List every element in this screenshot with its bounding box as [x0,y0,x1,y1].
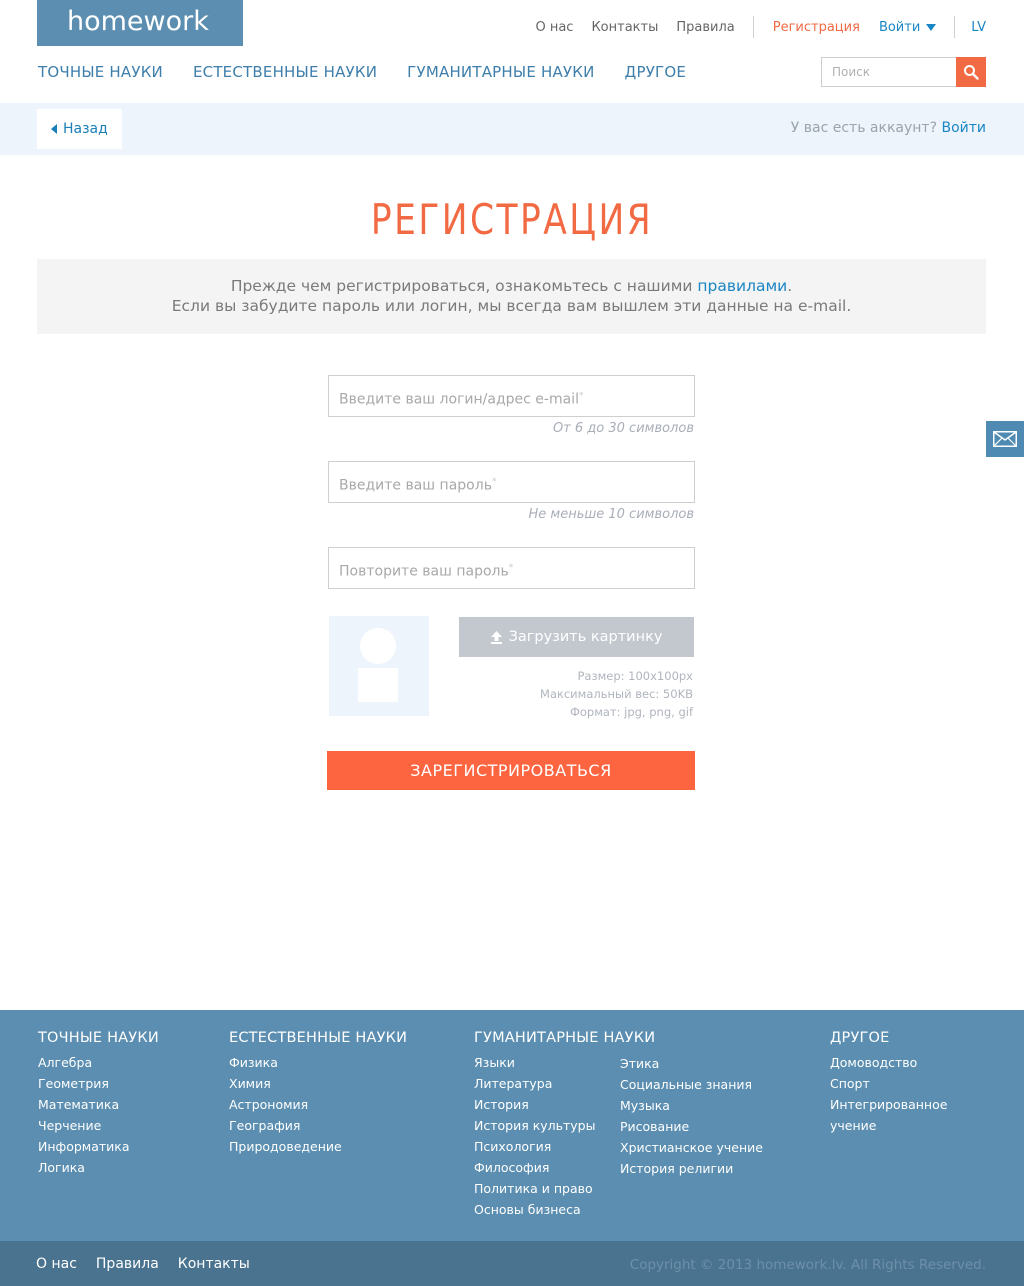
repeat-placeholder: Повторите ваш пароль [339,563,509,580]
search-input[interactable] [821,57,956,87]
footer-col-exact: ТОЧНЫЕ НАУКИ Алгебра Геометрия Математик… [38,1030,159,1178]
site-logo[interactable]: homework [37,0,243,46]
nav-other[interactable]: ДРУГОЕ [625,63,687,81]
notice-text: Прежде чем регистрироваться, ознакомьтес… [230,277,698,295]
nav-natural-sciences[interactable]: ЕСТЕСТВЕННЫЕ НАУКИ [193,63,377,81]
footer-link[interactable]: Черчение [38,1115,159,1136]
footer-link-rules[interactable]: Правила [96,1256,159,1272]
notice-line-2: Если вы забудите пароль или логин, мы вс… [171,297,852,315]
footer: ТОЧНЫЕ НАУКИ Алгебра Геометрия Математик… [0,1010,1024,1241]
back-arrow-icon [51,124,57,134]
password-hint: Не меньше 10 символов [528,507,694,522]
avatar-head [360,628,396,664]
footer-link[interactable]: Интегрированное [830,1094,947,1115]
top-link-rules[interactable]: Правила [676,20,734,35]
spec-format: Формат: jpg, png, gif [569,705,693,719]
avatar-body [358,668,398,702]
password-placeholder: Введите ваш пароль [339,477,492,494]
nav-exact-sciences[interactable]: ТОЧНЫЕ НАУКИ [38,63,163,81]
avatar-placeholder [329,616,429,716]
upload-label: Загрузить картинку [508,629,663,645]
dropdown-arrow-icon [926,23,937,31]
footer-link[interactable]: Домоводство [830,1052,947,1073]
upload-image-button[interactable]: Загрузить картинку [459,617,694,657]
footer-link[interactable]: Астрономия [229,1094,407,1115]
footer-link[interactable]: Спорт [830,1073,947,1094]
footer-link[interactable]: учение [830,1115,947,1136]
footer-heading[interactable]: ЕСТЕСТВЕННЫЕ НАУКИ [229,1030,407,1046]
footer-link[interactable]: Основы бизнеса [474,1199,655,1220]
top-link-contacts[interactable]: Контакты [591,20,658,35]
footer-col-other: ДРУГОЕ Домоводство Спорт Интегрированное… [830,1030,947,1136]
footer-bottom-links: О нас Правила Контакты [36,1256,269,1272]
register-submit-button[interactable]: ЗАРЕГИСТРИРОВАТЬСЯ [327,751,695,790]
footer-link[interactable]: История религии [620,1158,763,1179]
feedback-mail-button[interactable] [986,421,1024,457]
upload-icon [490,630,502,644]
nav-humanities[interactable]: ГУМАНИТАРНЫЕ НАУКИ [407,63,594,81]
spec-weight: Максимальный вес: 50KB [539,687,693,701]
footer-link[interactable]: Природоведение [229,1136,407,1157]
footer-link[interactable]: Социальные знания [620,1074,763,1095]
footer-heading[interactable]: ДРУГОЕ [830,1030,947,1046]
required-mark: * [578,391,584,401]
registration-notice: Прежде чем регистрироваться, ознакомьтес… [37,259,986,334]
search-button[interactable] [956,57,986,87]
back-button[interactable]: Назад [37,109,122,149]
footer-link-about[interactable]: О нас [36,1256,77,1272]
footer-link[interactable]: Химия [229,1073,407,1094]
language-switch[interactable]: LV [971,20,986,35]
main-nav: ТОЧНЫЕ НАУКИ ЕСТЕСТВЕННЫЕ НАУКИ ГУМАНИТА… [38,63,716,81]
search-box [821,57,986,87]
footer-link[interactable]: Физика [229,1052,407,1073]
mail-icon [993,431,1017,447]
rules-link[interactable]: правилами [697,277,787,295]
footer-link[interactable]: Геометрия [38,1073,159,1094]
divider [752,16,754,38]
footer-link[interactable]: Музыка [620,1095,763,1116]
spec-size: Размер: 100x100px [577,669,694,683]
top-link-login[interactable]: Войти [878,19,937,35]
required-mark: * [491,477,497,487]
login-email-field[interactable]: Введите ваш логин/адрес e-mail* [328,375,695,417]
footer-col-natural: ЕСТЕСТВЕННЫЕ НАУКИ Физика Химия Астроном… [229,1030,407,1157]
footer-link[interactable]: Математика [38,1094,159,1115]
login-link[interactable]: Войти [941,120,986,136]
required-mark: * [508,563,514,573]
top-nav: О нас Контакты Правила Регистрация Войти… [517,16,986,38]
notice-period: . [787,277,793,295]
login-hint: От 6 до 30 символов [552,421,694,436]
footer-heading[interactable]: ГУМАНИТАРНЫЕ НАУКИ [474,1030,655,1046]
footer-link[interactable]: Логика [38,1157,159,1178]
footer-link[interactable]: Рисование [620,1116,763,1137]
top-link-register[interactable]: Регистрация [773,20,860,35]
has-account-text: У вас есть аккаунт? [790,120,938,136]
footer-link[interactable]: Этика [620,1053,763,1074]
has-account-prompt: У вас есть аккаунт? Войти [791,120,986,136]
notice-line-1: Прежде чем регистрироваться, ознакомьтес… [37,276,986,296]
login-label: Войти [878,19,921,35]
divider [954,16,956,38]
repeat-password-field[interactable]: Повторите ваш пароль* [328,547,695,589]
image-specs: Размер: 100x100px Максимальный вес: 50KB… [540,667,693,721]
footer-col-humanities-2: Этика Социальные знания Музыка Рисование… [620,1053,763,1179]
search-icon [964,65,979,80]
page-title: РЕГИСТРАЦИЯ [370,195,654,244]
footer-link[interactable]: Алгебра [38,1052,159,1073]
footer-link-contacts[interactable]: Контакты [178,1256,250,1272]
copyright: Copyright © 2013 homework.lv. All Rights… [629,1257,986,1273]
footer-link[interactable]: Христианское учение [620,1137,763,1158]
footer-link[interactable]: Политика и право [474,1178,655,1199]
footer-bottom-bar: О нас Правила Контакты Copyright © 2013 … [0,1241,1024,1286]
sub-bar: Назад У вас есть аккаунт? Войти [0,103,1024,155]
login-placeholder: Введите ваш логин/адрес e-mail [339,391,579,408]
footer-link[interactable]: Информатика [38,1136,159,1157]
password-field[interactable]: Введите ваш пароль* [328,461,695,503]
footer-link[interactable]: География [229,1115,407,1136]
top-link-about[interactable]: О нас [535,20,573,35]
back-label: Назад [63,121,108,137]
footer-heading[interactable]: ТОЧНЫЕ НАУКИ [38,1030,159,1046]
